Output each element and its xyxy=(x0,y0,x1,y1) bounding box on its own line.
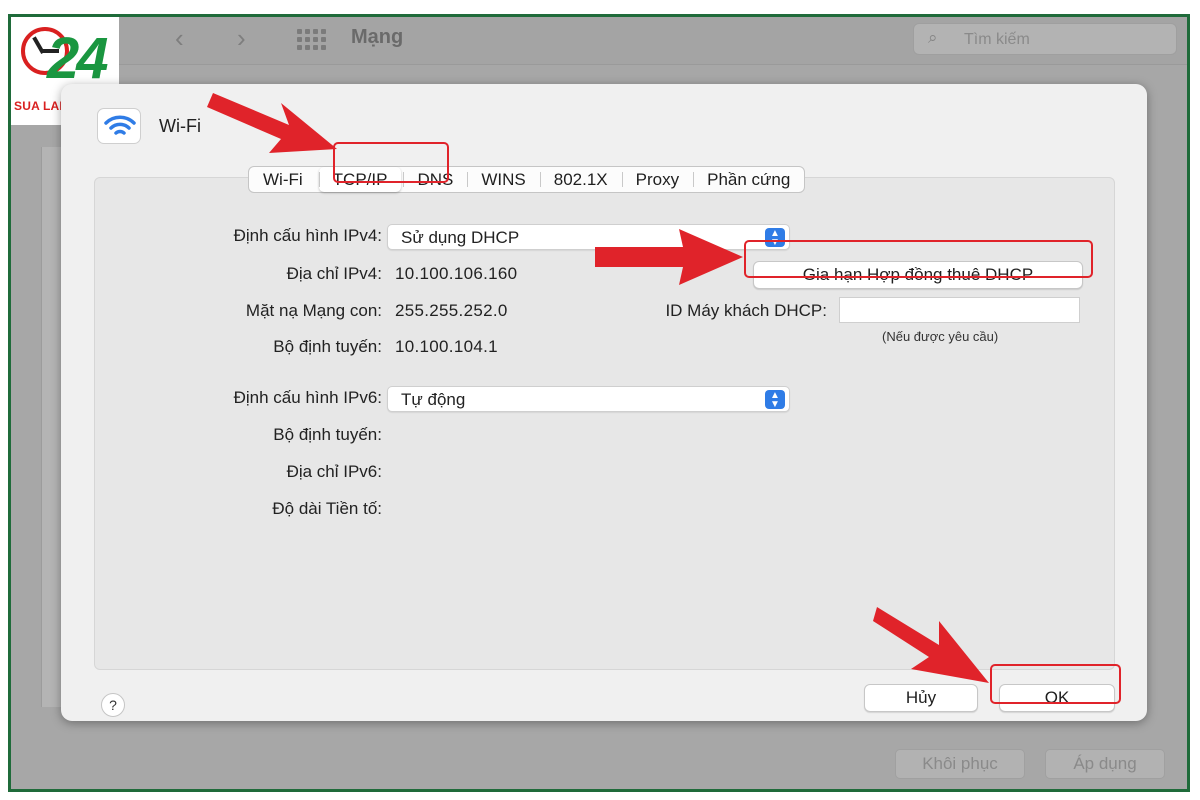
prefix-length-label: Độ dài Tiền tố: xyxy=(272,499,382,518)
window-title: Mạng xyxy=(351,26,404,48)
ipv4-address-label: Địa chỉ IPv4: xyxy=(286,264,382,283)
grid-icon[interactable] xyxy=(297,29,327,50)
dhcp-client-id-field[interactable] xyxy=(839,297,1080,323)
dhcp-client-id-note: (Nếu được yêu cầu) xyxy=(882,329,999,344)
service-list xyxy=(41,147,61,707)
ipv4-router-value: 10.100.104.1 xyxy=(395,337,498,356)
arrow-to-tcpip xyxy=(207,93,337,153)
subnet-mask-value: 255.255.252.0 xyxy=(395,301,508,320)
ipv6-router-label: Bộ định tuyến: xyxy=(273,425,382,444)
ipv6-config-label: Định cấu hình IPv6: xyxy=(233,388,382,407)
apply-button[interactable]: Áp dụng xyxy=(1045,749,1165,779)
logo-number: 24 xyxy=(47,26,108,91)
tcpip-tab-highlight xyxy=(333,142,449,183)
search-field[interactable]: ⌕ Tìm kiếm xyxy=(913,23,1177,55)
ipv6-address-label: Địa chỉ IPv6: xyxy=(286,462,382,481)
cancel-button[interactable]: Hủy xyxy=(864,684,978,712)
ipv6-config-popup[interactable]: Tự động ▲ ▼ xyxy=(387,386,790,412)
tab-wins[interactable]: WINS xyxy=(467,167,539,192)
dhcp-client-id-label: ID Máy khách DHCP: xyxy=(665,301,827,320)
ipv4-config-label: Định cấu hình IPv4: xyxy=(233,226,382,245)
dialog-title: Wi-Fi xyxy=(159,116,201,136)
ipv6-config-value: Tự động xyxy=(401,390,466,409)
tab-wifi[interactable]: Wi-Fi xyxy=(249,167,317,192)
subnet-mask-label: Mặt nạ Mạng con: xyxy=(245,301,382,320)
search-icon: ⌕ xyxy=(928,28,938,47)
search-placeholder: Tìm kiếm xyxy=(964,31,1030,48)
help-icon[interactable]: ? xyxy=(101,693,125,717)
tab-8021x[interactable]: 802.1X xyxy=(539,167,622,192)
arrow-to-renew xyxy=(595,229,743,285)
back-button[interactable]: ‹ xyxy=(175,23,184,54)
revert-button[interactable]: Khôi phục xyxy=(895,749,1025,779)
arrow-to-ok xyxy=(873,607,989,683)
renew-button-highlight xyxy=(744,240,1093,278)
ipv4-address-value: 10.100.106.160 xyxy=(395,264,518,283)
ok-button-highlight xyxy=(990,664,1121,704)
ipv4-config-value: Sử dụng DHCP xyxy=(401,228,520,247)
stepper-icon: ▲ ▼ xyxy=(765,390,785,410)
tab-hardware[interactable]: Phần cứng xyxy=(693,167,804,192)
tab-proxy[interactable]: Proxy xyxy=(621,167,693,192)
wifi-icon xyxy=(97,108,141,144)
window-toolbar: ‹ › Mạng ⌕ Tìm kiếm xyxy=(11,17,1187,65)
ipv4-router-label: Bộ định tuyến: xyxy=(273,337,382,356)
tab-bar: Wi-Fi TCP/IP DNS WINS 802.1X Proxy Phần … xyxy=(248,166,806,193)
screenshot-frame: ‹ › Mạng ⌕ Tìm kiếm Khôi phục Áp dụng 24… xyxy=(8,14,1190,792)
forward-button[interactable]: › xyxy=(237,23,246,54)
